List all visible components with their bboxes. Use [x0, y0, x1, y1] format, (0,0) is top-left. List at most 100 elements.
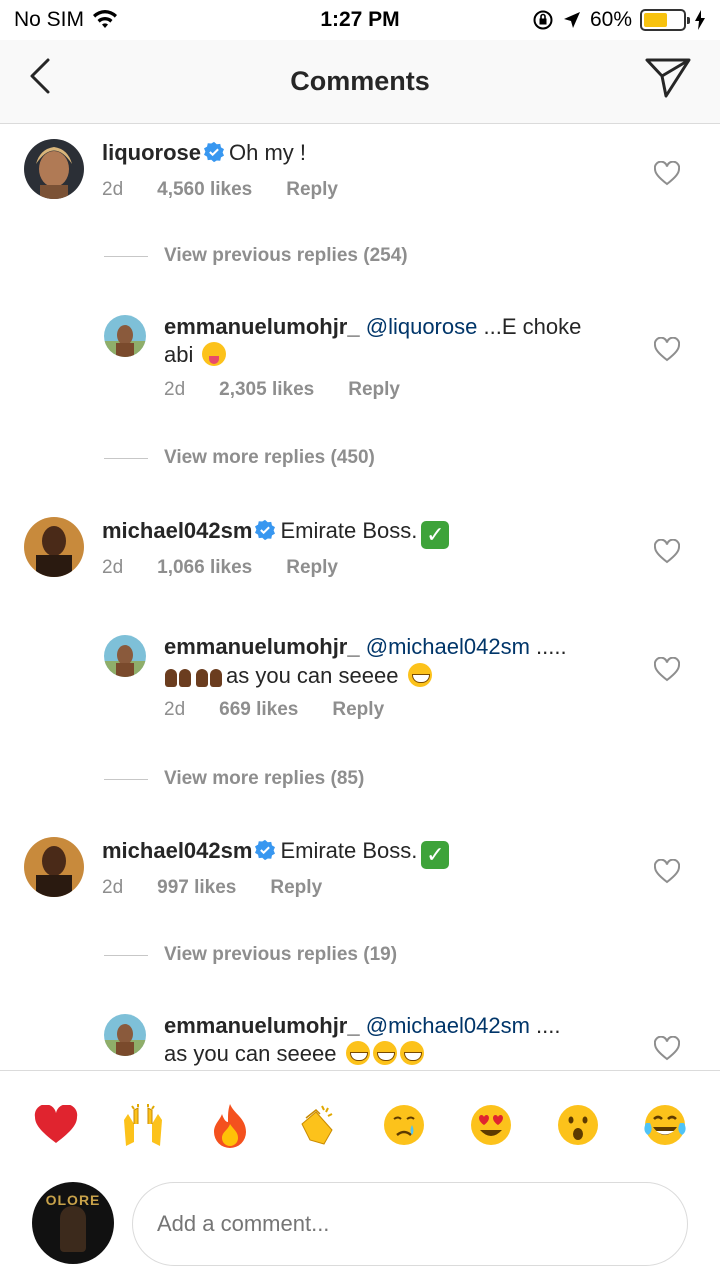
check-mark-emoji-icon: ✓ [421, 841, 450, 869]
view-replies-button[interactable]: View previous replies (19) [104, 944, 397, 966]
avatar-figure [60, 1206, 86, 1252]
carrier-label: No SIM [14, 8, 85, 31]
view-replies-label: View more replies (450) [164, 447, 375, 468]
crying-face-emoji-button[interactable] [380, 1101, 428, 1149]
comment-username[interactable]: michael042sm [102, 838, 252, 863]
heart-icon[interactable] [654, 539, 680, 565]
comment-body: Emirate Boss. [280, 518, 418, 543]
comment-time: 2d [102, 557, 124, 578]
comment-meta: 2d 669 likes Reply [164, 699, 418, 721]
raised-hands-emoji-button[interactable] [119, 1101, 167, 1149]
heart-icon[interactable] [654, 1036, 680, 1062]
comment-body: ..... [536, 634, 567, 659]
grinning-emoji-icon [407, 663, 432, 687]
view-replies-label: View previous replies (19) [164, 944, 398, 965]
comment-username[interactable]: emmanuelumohjr_ [164, 1013, 360, 1038]
direct-send-icon[interactable] [644, 56, 692, 100]
clapping-hands-icon [300, 1105, 333, 1145]
view-replies-button[interactable]: View more replies (85) [104, 768, 364, 790]
fire-emoji-button[interactable] [206, 1101, 254, 1149]
location-icon [563, 12, 580, 28]
likes-count[interactable]: 2,305 likes [219, 379, 314, 401]
comment-username[interactable]: michael042sm [102, 518, 252, 543]
likes-count[interactable]: 997 likes [157, 877, 236, 899]
comment-body: abi [164, 342, 194, 367]
comment-body: Oh my ! [229, 140, 307, 165]
comment-meta: 2d 2,305 likes Reply [164, 379, 434, 401]
likes-count[interactable]: 669 likes [219, 699, 298, 721]
comment-username[interactable]: emmanuelumohjr_ [164, 634, 360, 659]
reply-button[interactable]: Reply [270, 877, 322, 899]
comment-time: 2d [102, 179, 124, 200]
heart-icon[interactable] [654, 657, 680, 683]
comment-meta: 2d 1,066 likes Reply [102, 557, 372, 579]
verified-badge-icon [204, 141, 225, 163]
divider [104, 457, 148, 459]
comment-text: michael042sm Emirate Boss. ✓ [102, 837, 450, 869]
likes-count[interactable]: 1,066 likes [157, 557, 252, 579]
mention-link[interactable]: @michael042sm [366, 1013, 530, 1038]
reply-button[interactable]: Reply [348, 379, 400, 401]
comment-text: emmanuelumohjr_ @michael042sm .... as yo… [164, 1012, 561, 1068]
surprised-face-emoji-button[interactable] [554, 1101, 602, 1149]
tears-of-joy-emoji-button[interactable] [641, 1101, 689, 1149]
raised-hands-emoji-icon [195, 661, 223, 687]
charging-icon [695, 10, 705, 30]
comment-body: Emirate Boss. [280, 838, 418, 863]
heart-eyes-emoji-button[interactable] [467, 1101, 515, 1149]
comment-username[interactable]: liquorose [102, 140, 201, 165]
avatar[interactable]: OLORE [32, 1182, 114, 1264]
comment-input[interactable] [132, 1182, 688, 1266]
comment-meta: 2d 4,560 likes Reply [102, 179, 372, 201]
reply-button[interactable]: Reply [286, 557, 338, 579]
check-mark-emoji-icon: ✓ [421, 521, 450, 549]
clapping-hands-emoji-button[interactable] [293, 1101, 341, 1149]
avatar[interactable] [24, 517, 84, 577]
heart-icon[interactable] [654, 859, 680, 885]
comment-meta: 2d 997 likes Reply [102, 877, 356, 899]
clock: 1:27 PM [320, 8, 400, 31]
comment-body: .... [536, 1013, 561, 1038]
mention-link[interactable]: @liquorose [366, 314, 478, 339]
page-title: Comments [290, 66, 430, 96]
fire-icon [213, 1103, 246, 1148]
heart-eyes-icon [470, 1104, 511, 1145]
heart-emoji-button[interactable] [32, 1101, 80, 1149]
comment-username[interactable]: emmanuelumohjr_ [164, 314, 360, 339]
avatar[interactable] [104, 315, 146, 357]
comment-body: as you can seeee [164, 1041, 337, 1066]
view-replies-label: View more replies (85) [164, 768, 365, 789]
comment-time: 2d [164, 379, 186, 400]
battery-icon [640, 9, 690, 31]
red-heart-icon [34, 1104, 77, 1143]
comment-body: ...E choke [483, 314, 582, 339]
avatar[interactable] [24, 837, 84, 897]
heart-icon[interactable] [654, 161, 680, 187]
grinning-emoji-icon [399, 1041, 424, 1065]
mention-link[interactable]: @michael042sm [366, 634, 530, 659]
reply-button[interactable]: Reply [286, 179, 338, 201]
reply-button[interactable]: Reply [332, 699, 384, 721]
comment-text: emmanuelumohjr_ @liquorose ...E choke ab… [164, 313, 581, 369]
heart-icon[interactable] [654, 337, 680, 363]
avatar[interactable] [24, 139, 84, 199]
avatar[interactable] [104, 1014, 146, 1056]
view-replies-button[interactable]: View more replies (450) [104, 447, 375, 469]
rotation-lock-icon [533, 10, 553, 30]
tongue-out-emoji-icon [202, 342, 227, 366]
grinning-emoji-icon [372, 1041, 397, 1065]
battery-percent: 60% [589, 8, 632, 31]
view-replies-button[interactable]: View previous replies (254) [104, 245, 408, 267]
comment-time: 2d [164, 699, 186, 720]
avatar[interactable] [104, 635, 146, 677]
comment-text: liquorose Oh my ! [102, 139, 306, 167]
comment-text: emmanuelumohjr_ @michael042sm ..... as y… [164, 633, 567, 690]
comments-list[interactable]: liquorose Oh my ! 2d 4,560 likes Reply Vi… [0, 125, 720, 1070]
raised-hands-icon [123, 1103, 162, 1146]
divider [104, 255, 148, 257]
status-bar: No SIM 1:27 PM 60% [0, 0, 720, 40]
comment-text: michael042sm Emirate Boss. ✓ [102, 517, 450, 549]
back-chevron-icon[interactable] [22, 56, 62, 96]
tears-of-joy-icon [643, 1104, 686, 1145]
likes-count[interactable]: 4,560 likes [157, 179, 252, 201]
